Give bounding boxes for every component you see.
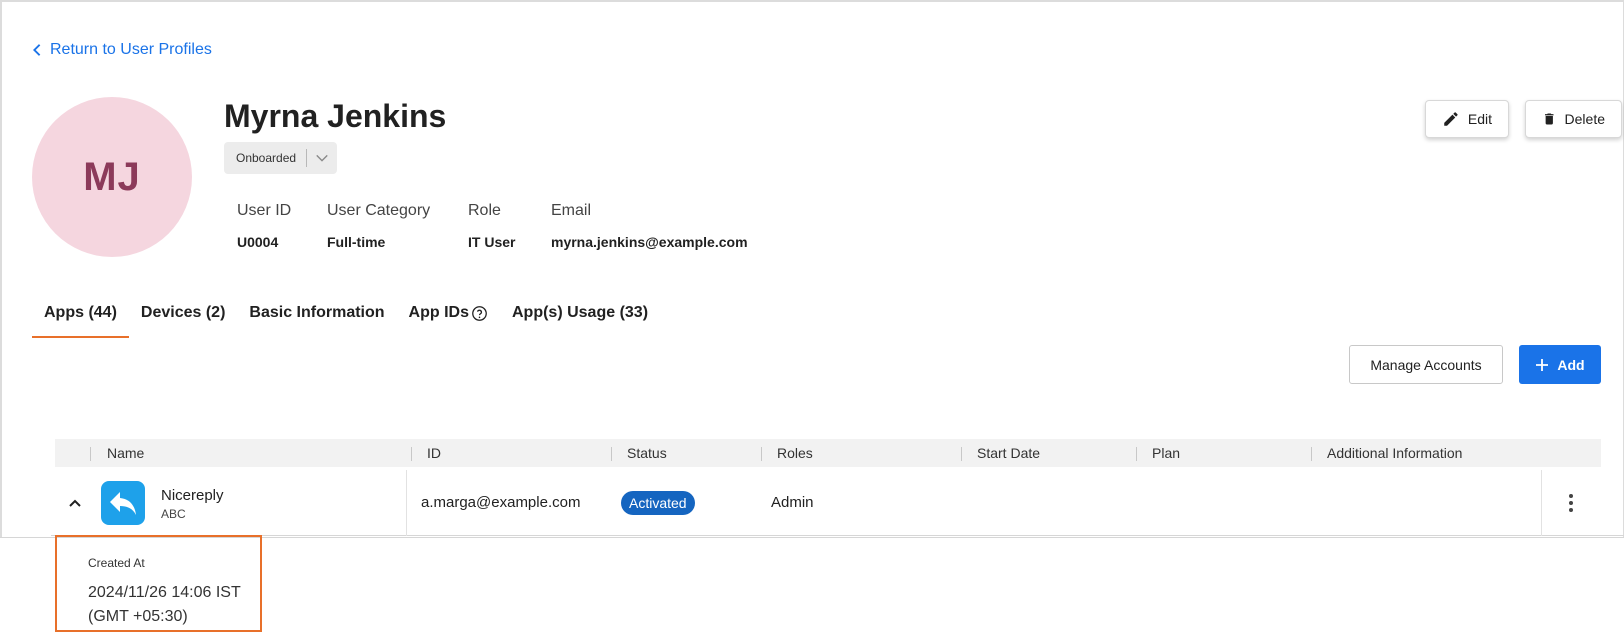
column-divider[interactable] xyxy=(1136,447,1137,461)
tab-app-usage[interactable]: App(s) Usage (33) xyxy=(500,290,660,338)
column-divider xyxy=(90,447,91,461)
edit-button[interactable]: Edit xyxy=(1425,100,1509,138)
table-row[interactable]: Nicereply ABC a.marga@example.com Activa… xyxy=(51,470,1624,536)
app-roles: Admin xyxy=(771,494,814,511)
column-divider[interactable] xyxy=(411,447,412,461)
manage-accounts-button[interactable]: Manage Accounts xyxy=(1349,345,1503,384)
column-header-additional-information[interactable]: Additional Information xyxy=(1327,445,1462,461)
column-divider[interactable] xyxy=(1311,447,1312,461)
tab-basic-information[interactable]: Basic Information xyxy=(237,290,396,338)
status-value: Onboarded xyxy=(236,151,297,165)
field-label: User Category xyxy=(327,202,431,219)
column-header-plan[interactable]: Plan xyxy=(1152,445,1180,461)
column-header-status[interactable]: Status xyxy=(627,445,667,461)
back-link[interactable]: Return to User Profiles xyxy=(30,41,212,59)
chevron-left-icon xyxy=(33,44,41,56)
avatar: MJ xyxy=(32,97,192,257)
pencil-icon xyxy=(1444,112,1458,126)
column-divider xyxy=(406,470,407,536)
column-divider[interactable] xyxy=(961,447,962,461)
more-options-icon[interactable] xyxy=(1561,488,1581,518)
tab-devices[interactable]: Devices (2) xyxy=(129,290,238,338)
delete-label: Delete xyxy=(1564,111,1605,127)
column-divider xyxy=(1541,470,1542,536)
back-link-label: Return to User Profiles xyxy=(50,41,212,58)
chevron-up-icon[interactable] xyxy=(67,495,83,511)
trash-icon xyxy=(1545,113,1554,125)
column-divider[interactable] xyxy=(611,447,612,461)
tab-label: Devices (2) xyxy=(140,304,226,321)
status-badge: Activated xyxy=(621,491,695,515)
add-label: Add xyxy=(1557,356,1585,373)
app-subtitle: ABC xyxy=(161,507,186,521)
tab-label: Apps (44) xyxy=(44,304,117,321)
column-header-roles[interactable]: Roles xyxy=(777,445,813,461)
user-name: Myrna Jenkins xyxy=(224,98,447,134)
tab-label: App(s) Usage (33) xyxy=(512,304,649,321)
delete-button[interactable]: Delete xyxy=(1525,100,1622,138)
field-value: myrna.jenkins@example.com xyxy=(551,234,748,250)
tab-label: App IDs xyxy=(408,304,469,321)
column-divider[interactable] xyxy=(761,447,762,461)
app-name[interactable]: Nicereply xyxy=(161,487,224,504)
tab-app-ids[interactable]: App IDs xyxy=(397,290,500,338)
tab-apps[interactable]: Apps (44) xyxy=(32,290,129,338)
column-header-id[interactable]: ID xyxy=(427,445,441,461)
app-account-id: a.marga@example.com xyxy=(421,494,581,511)
field-value: Full-time xyxy=(327,234,386,250)
field-user-id: User ID U0004 xyxy=(237,202,291,250)
created-at-value: 2024/11/26 14:06 IST (GMT +05:30) xyxy=(88,584,241,625)
tab-bar: Apps (44) Devices (2) Basic Information … xyxy=(32,290,660,338)
field-label: Email xyxy=(551,202,592,219)
field-value: IT User xyxy=(468,234,516,250)
add-button[interactable]: Add xyxy=(1519,345,1601,384)
field-label: Role xyxy=(468,202,501,219)
column-header-name[interactable]: Name xyxy=(107,445,144,461)
app-logo xyxy=(101,481,145,525)
edit-label: Edit xyxy=(1467,111,1492,127)
column-header-start-date[interactable]: Start Date xyxy=(977,445,1040,461)
status-dropdown[interactable]: Onboarded xyxy=(224,142,337,174)
field-value: U0004 xyxy=(237,234,279,250)
reply-arrow-icon xyxy=(110,492,136,515)
field-role: Role IT User xyxy=(468,202,515,250)
avatar-initials: MJ xyxy=(83,154,141,199)
manage-accounts-label: Manage Accounts xyxy=(1370,356,1482,373)
table-header: Name ID Status Roles Start Date Plan Add… xyxy=(55,439,1601,467)
tab-label: Basic Information xyxy=(249,304,385,321)
created-at-label: Created At xyxy=(88,556,145,570)
field-user-category: User Category Full-time xyxy=(327,202,430,250)
chevron-down-icon[interactable] xyxy=(307,151,337,165)
field-label: User ID xyxy=(237,202,292,219)
field-email: Email myrna.jenkins@example.com xyxy=(551,202,748,250)
help-circle-icon[interactable] xyxy=(471,305,488,322)
plus-icon xyxy=(1536,358,1549,371)
